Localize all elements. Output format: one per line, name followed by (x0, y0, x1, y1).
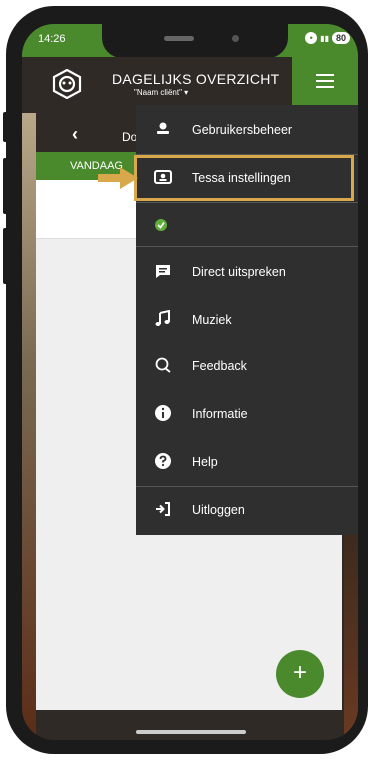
info-icon (155, 405, 171, 421)
hamburger-line (316, 80, 334, 82)
signal-icon: ▮▮ (320, 33, 329, 43)
menu-item-label: Informatie (192, 407, 248, 421)
hamburger-line (316, 86, 334, 88)
menu-item-direct-uitspreken[interactable]: Direct uitspreken (136, 249, 358, 295)
check-circle-icon (155, 219, 167, 231)
add-button[interactable]: + (276, 650, 324, 698)
home-indicator (136, 730, 246, 734)
notification-icon: • (305, 32, 318, 44)
menu-item-informatie[interactable]: Informatie (136, 391, 358, 437)
menu-item-muziek[interactable]: Muziek (136, 297, 358, 343)
menu-item-label: Muziek (192, 313, 232, 327)
logout-icon (156, 502, 170, 516)
menu-item-label: Feedback (192, 359, 247, 373)
menu-item-help[interactable]: Help (136, 439, 358, 485)
page-title: DAGELIJKS OVERZICHT (112, 71, 280, 87)
back-chevron-icon[interactable]: ‹ (72, 124, 78, 145)
menu-divider (136, 246, 358, 247)
speaker-grille (164, 36, 194, 41)
message-icon (156, 265, 170, 278)
status-icons: • ▮▮ 80 (305, 32, 350, 44)
front-camera (232, 35, 239, 42)
tutorial-highlight-box (134, 155, 354, 201)
status-time: 14:26 (38, 33, 66, 45)
background-image-right (344, 524, 358, 740)
menu-item-uitloggen[interactable]: Uitloggen (136, 487, 358, 533)
background-image (22, 113, 36, 740)
pointer-arrow-icon (98, 167, 138, 189)
menu-item-label: Direct uitspreken (192, 265, 286, 279)
hamburger-menu-button[interactable] (292, 57, 358, 105)
menu-item-label: Gebruikersbeheer (192, 123, 293, 137)
camera-notch (102, 24, 288, 58)
app-logo-icon (52, 69, 82, 99)
battery-indicator: 80 (331, 32, 350, 44)
client-selector[interactable]: "Naam cliënt" ▾ (134, 88, 188, 97)
hamburger-line (316, 74, 334, 76)
screen: 14:26 • ▮▮ 80 DAGELIJKS OVERZICHT "Naam … (22, 24, 358, 740)
menu-item-label: Uitloggen (192, 503, 245, 517)
menu-item-label: Help (192, 455, 218, 469)
user-icon (157, 122, 169, 134)
menu-item-feedback[interactable]: Feedback (136, 343, 358, 389)
help-icon (155, 453, 171, 469)
music-icon (155, 310, 170, 326)
menu-item-status[interactable] (136, 203, 358, 249)
feedback-icon (155, 357, 171, 373)
menu-item-gebruikersbeheer[interactable]: Gebruikersbeheer (136, 107, 358, 153)
